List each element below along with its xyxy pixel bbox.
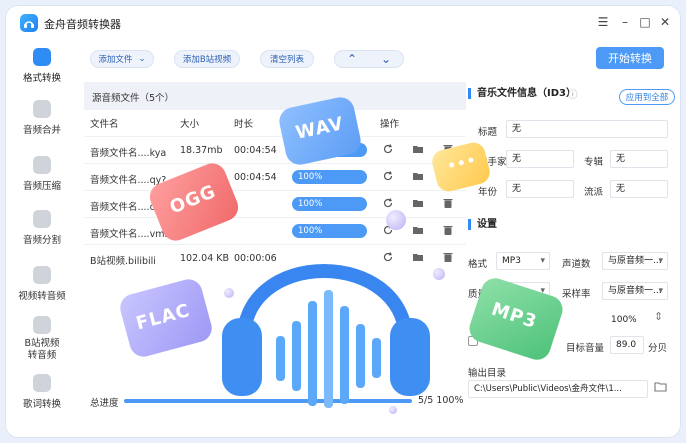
clear-list-button[interactable]: 清空列表 — [260, 50, 314, 68]
sidebar-item-audio-compress[interactable]: 音频压缩 — [6, 156, 78, 192]
col-name: 文件名 — [90, 119, 119, 130]
bubble-icon — [224, 288, 234, 298]
video-icon — [33, 266, 51, 284]
dots-label: ••• — [445, 152, 479, 175]
file-duration: 00:04:54 — [234, 145, 277, 156]
artist-input[interactable]: 无 — [506, 150, 574, 168]
album-input[interactable]: 无 — [610, 150, 668, 168]
target-volume-unit: 分贝 — [648, 343, 668, 354]
format-label: 格式 — [468, 259, 488, 270]
app-logo-icon — [20, 14, 38, 32]
col-ops: 操作 — [380, 119, 400, 130]
folder-icon[interactable] — [412, 143, 424, 155]
samplerate-label: 采样率 — [562, 289, 591, 300]
col-size: 大小 — [180, 119, 200, 130]
close-icon[interactable]: ✕ — [658, 16, 672, 28]
flac-label: FLAC — [133, 299, 193, 335]
genre-label: 流派 — [584, 187, 604, 198]
browse-folder-icon[interactable] — [654, 381, 668, 396]
split-icon — [33, 210, 51, 228]
list-header: 源音频文件（5个） — [84, 82, 466, 110]
list-title: 源音频文件（5个） — [92, 93, 175, 104]
bubble-icon — [433, 268, 445, 280]
sidebar-item-video-to-audio[interactable]: 视频转音频 — [6, 266, 78, 302]
convert-icon — [33, 48, 51, 66]
move-down-icon[interactable]: ⌄ — [381, 52, 391, 66]
bilibili-icon — [33, 316, 51, 334]
add-file-button[interactable]: 添加文件 ⌄ — [90, 50, 154, 68]
sidebar-item-label: 歌词转换 — [22, 399, 61, 410]
wav-label: WAV — [293, 113, 346, 144]
sidebar-item-label: 音频压缩 — [22, 181, 61, 192]
channels-select[interactable]: 与原音频一... — [602, 252, 668, 270]
sidebar-item-lyrics-convert[interactable]: 歌词转换 — [6, 374, 78, 410]
samplerate-select[interactable]: 与原音频一... — [602, 282, 668, 300]
channels-label: 声道数 — [562, 259, 591, 270]
refresh-icon[interactable] — [382, 143, 394, 155]
move-buttons: ⌃ ⌄ — [334, 50, 404, 68]
sidebar-item-label: 音频分割 — [22, 235, 61, 246]
file-name: 音频文件名....kya — [90, 148, 167, 159]
stepper-icon[interactable]: ⇕ — [654, 310, 663, 323]
chevron-down-icon[interactable]: ⌄ — [138, 54, 145, 64]
file-size: 18.37mb — [180, 145, 223, 156]
lyrics-icon — [33, 374, 51, 392]
sidebar-item-bilibili-to-audio[interactable]: B站视频转音频 — [6, 316, 78, 362]
ogg-label: OGG — [166, 181, 220, 219]
bubble-icon — [386, 210, 406, 230]
year-input[interactable]: 无 — [506, 180, 574, 198]
target-volume-input[interactable]: 89.0 — [610, 336, 644, 354]
info-icon[interactable]: ⓘ — [568, 87, 578, 101]
id3-section-title: 音乐文件信息（ID3） — [468, 88, 576, 99]
table-row[interactable]: 音频文件名....kya 18.37mb 00:04:54 — [84, 136, 466, 163]
sidebar: 格式转换 音频合并 音频压缩 音频分割 视频转音频 B站视频转音频 歌词转换 — [6, 40, 78, 437]
format-select[interactable]: MP3 — [496, 252, 550, 270]
table-row[interactable]: 音频文件名....qy? 00:04:54 100% — [84, 163, 466, 190]
album-label: 专辑 — [584, 157, 604, 168]
app-window: 金舟音频转换器 ☰ – □ ✕ 格式转换 音频合并 音频压缩 音频分割 视频转音… — [6, 6, 680, 437]
genre-input[interactable]: 无 — [610, 180, 668, 198]
headphones-illustration-icon — [222, 264, 430, 408]
sidebar-item-label: 格式转换 — [22, 73, 61, 84]
col-duration: 时长 — [234, 119, 254, 130]
app-title: 金舟音频转换器 — [44, 18, 121, 31]
title-label: 标题 — [478, 127, 498, 138]
file-duration: 00:04:54 — [234, 172, 277, 183]
progress-bar: 100% — [292, 170, 367, 184]
file-name: B站视频.bilibili — [90, 256, 156, 267]
merge-icon — [33, 100, 51, 118]
mp3-tile-icon: MP3 — [465, 274, 567, 364]
output-dir-input[interactable]: C:\Users\Public\Videos\金舟文件\1... — [468, 380, 648, 398]
total-progress-label: 总进度 — [90, 398, 119, 409]
maximize-icon[interactable]: □ — [638, 16, 652, 28]
compress-icon — [33, 156, 51, 174]
move-up-icon[interactable]: ⌃ — [347, 52, 357, 66]
sidebar-item-audio-merge[interactable]: 音频合并 — [6, 100, 78, 136]
title-bar: 金舟音频转换器 ☰ – □ ✕ — [6, 6, 680, 40]
bubble-icon — [389, 406, 397, 414]
title-input[interactable]: 无 — [506, 120, 668, 138]
minimize-icon[interactable]: – — [618, 16, 632, 28]
sidebar-item-audio-split[interactable]: 音频分割 — [6, 210, 78, 246]
file-name: 音频文件名....qy? — [90, 175, 167, 186]
refresh-icon[interactable] — [382, 170, 394, 182]
sidebar-item-format-convert[interactable]: 格式转换 — [6, 48, 78, 84]
sidebar-item-label: B站视频转音频 — [24, 338, 60, 361]
output-dir-label: 输出目录 — [468, 368, 507, 379]
volume-value: 100% — [606, 312, 652, 330]
add-file-label: 添加文件 — [98, 55, 133, 65]
menu-icon[interactable]: ☰ — [596, 16, 610, 28]
sidebar-item-label: 音频合并 — [22, 125, 61, 136]
year-label: 年份 — [478, 187, 498, 198]
target-volume-label: 目标音量 — [566, 343, 605, 354]
file-name: 音频文件名....vms — [90, 229, 170, 240]
apply-all-button[interactable]: 应用到全部 — [619, 89, 675, 105]
mp3-label: MP3 — [488, 298, 540, 333]
settings-section-title: 设置 — [468, 219, 497, 230]
folder-icon[interactable] — [412, 170, 424, 182]
start-convert-button[interactable]: 开始转换 — [596, 47, 664, 69]
add-bilibili-button[interactable]: 添加B站视频 — [174, 50, 240, 68]
sidebar-item-label: 视频转音频 — [18, 291, 66, 302]
